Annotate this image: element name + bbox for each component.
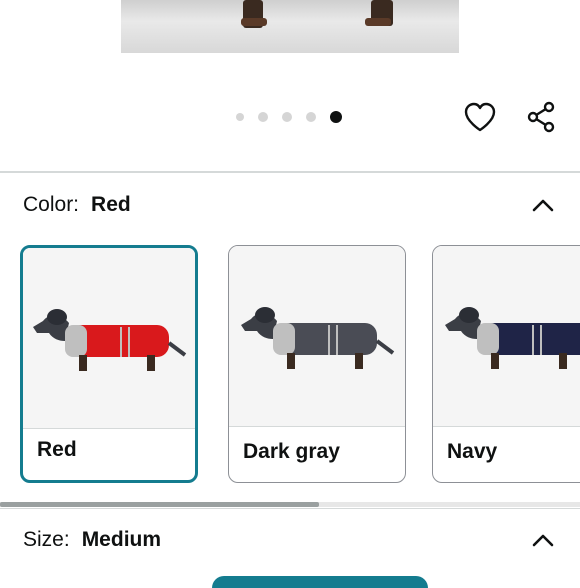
share-button[interactable] bbox=[524, 100, 558, 134]
color-section-header[interactable]: Color: Red bbox=[23, 193, 557, 217]
dog-coat-image bbox=[445, 307, 580, 369]
dog-coat-image bbox=[33, 309, 187, 371]
size-value: Medium bbox=[81, 528, 162, 551]
gallery-dots bbox=[236, 111, 342, 123]
color-swatch-list[interactable]: Red Dark gray Navy bbox=[0, 242, 580, 488]
size-label: Size: bbox=[23, 528, 70, 551]
swatch-label: Dark gray bbox=[243, 440, 340, 463]
section-divider bbox=[0, 171, 580, 173]
gallery-dot[interactable] bbox=[258, 112, 268, 122]
dog-coat-image bbox=[241, 307, 395, 369]
size-option-button[interactable] bbox=[212, 576, 428, 588]
gallery-dot[interactable] bbox=[282, 112, 292, 122]
color-value: Red bbox=[91, 193, 131, 216]
gallery-dot[interactable] bbox=[236, 113, 244, 121]
heart-icon bbox=[464, 102, 496, 132]
swatch-image bbox=[433, 246, 580, 426]
swatch-divider bbox=[433, 426, 580, 427]
swatch-divider bbox=[23, 428, 195, 429]
swatch-label: Navy bbox=[447, 440, 498, 463]
dog-paw-graphic bbox=[365, 18, 391, 26]
swatch-label: Red bbox=[37, 438, 77, 461]
swatch-divider bbox=[229, 426, 405, 427]
favorite-button[interactable] bbox=[463, 100, 497, 134]
chevron-up-icon[interactable] bbox=[529, 530, 557, 550]
swatch-red[interactable]: Red bbox=[20, 245, 198, 483]
swatch-scrollbar[interactable] bbox=[0, 502, 580, 507]
chevron-up-icon[interactable] bbox=[529, 195, 557, 215]
dog-paw-graphic bbox=[241, 18, 267, 26]
swatch-navy[interactable]: Navy bbox=[432, 245, 580, 483]
section-divider bbox=[0, 508, 580, 509]
swatch-image bbox=[23, 248, 195, 428]
swatch-dark-gray[interactable]: Dark gray bbox=[228, 245, 406, 483]
size-section-header[interactable]: Size: Medium bbox=[23, 528, 557, 552]
gallery-dot[interactable] bbox=[306, 112, 316, 122]
swatch-image bbox=[229, 246, 405, 426]
color-label: Color: bbox=[23, 193, 80, 216]
share-icon bbox=[527, 101, 555, 133]
product-image[interactable] bbox=[121, 0, 459, 53]
gallery-dot-active[interactable] bbox=[330, 111, 342, 123]
swatch-scrollbar-thumb[interactable] bbox=[0, 502, 319, 507]
